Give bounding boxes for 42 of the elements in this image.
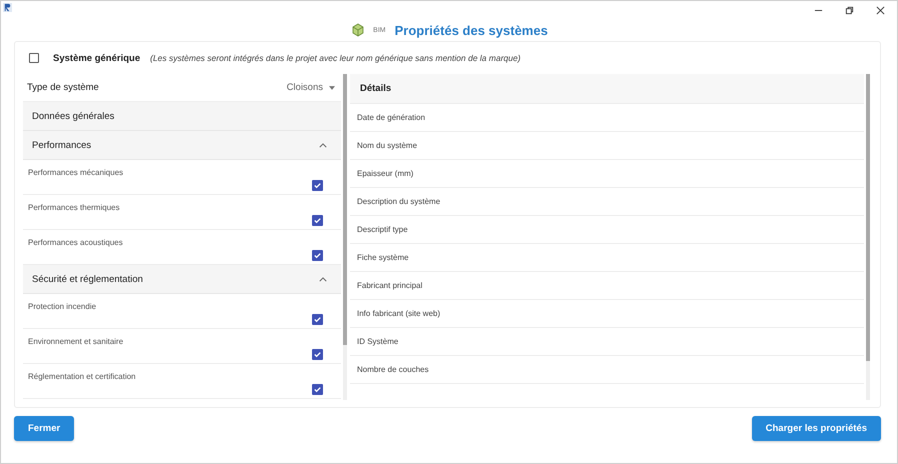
table-cell: Nom du système [357,141,418,150]
action-button[interactable]: Fermer [14,416,74,441]
window-title: Propriétés des systèmes [394,22,548,38]
checkbox[interactable] [312,384,323,395]
option-label: Réglementation et certification [28,372,136,381]
table-cell: Fabricant principal [357,281,422,290]
option-label: Performances acoustiques [28,238,123,247]
table-cell: Date de génération [357,113,426,122]
restore-icon[interactable] [845,6,854,15]
section-header[interactable]: Performances [23,131,341,160]
checkbox[interactable] [312,314,323,325]
table-cell: Fiche système [357,253,409,262]
type-dropdown[interactable]: Cloisons [286,82,335,93]
checkbox[interactable] [312,215,323,226]
table-cell: Info fabricant (site web) [357,309,440,318]
app-icon [3,3,12,12]
table-cell: Epaisseur (mm) [357,169,414,178]
option-label: Performances thermiques [28,203,120,212]
checkbox[interactable] [312,349,323,360]
close-icon[interactable] [876,6,885,15]
table-cell: Nombre de couches [357,365,429,374]
table-cell: Descriptif type [357,225,408,234]
field-label: Type de système [27,82,99,93]
caret-icon [329,86,335,90]
scrollbar[interactable] [866,74,870,400]
chevron-icon [319,276,327,282]
option-label: Protection incendie [28,302,96,311]
option-label: Performances mécaniques [28,168,124,177]
note-text: (Les systèmes seront intégrés dans le projet avec leur nom générique sans mention de la marque) [150,53,521,63]
chevron-icon [319,142,327,148]
scrollbar[interactable] [343,74,347,400]
table-header: Détails [360,83,392,94]
table-cell: ID Système [357,337,398,346]
checkbox[interactable] [29,53,39,63]
checkbox[interactable] [312,250,323,261]
checkbox[interactable] [312,180,323,191]
table-cell: Description du système [357,197,440,206]
option-label: Environnement et sanitaire [28,337,124,346]
section-header[interactable]: Données générales [23,102,341,131]
section-header[interactable]: Sécurité et réglementation [23,265,341,294]
action-button[interactable]: Charger les propriétés [752,416,881,441]
checkbox-label: Système générique [53,52,140,64]
